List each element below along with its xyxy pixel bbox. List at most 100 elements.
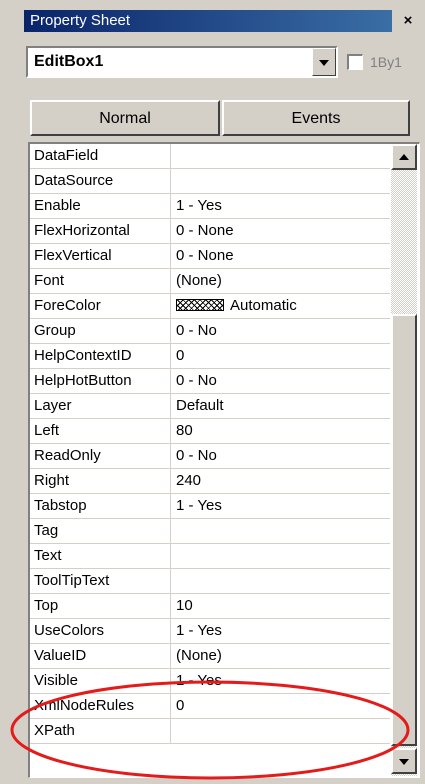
property-row-datafield[interactable]: DataField: [30, 144, 390, 169]
scroll-down-button[interactable]: [391, 748, 417, 774]
property-name: Font: [34, 272, 65, 289]
one-by-one-label: 1By1: [370, 54, 402, 70]
property-row-top[interactable]: Top 10: [30, 594, 390, 619]
property-value[interactable]: 1 - Yes: [176, 669, 222, 693]
column-divider: [170, 144, 171, 169]
property-name: HelpHotButton: [34, 372, 132, 389]
property-name: Tabstop: [34, 497, 87, 514]
property-name: Left: [34, 422, 60, 439]
column-divider: [170, 594, 171, 619]
column-divider: [170, 344, 171, 369]
property-value[interactable]: 0 - None: [176, 219, 234, 243]
property-row-datasource[interactable]: DataSource: [30, 169, 390, 194]
property-value[interactable]: 80: [176, 419, 193, 443]
column-divider: [170, 569, 171, 594]
property-value[interactable]: 0 - No: [176, 319, 217, 343]
column-divider: [170, 644, 171, 669]
property-name: Visible: [34, 672, 78, 689]
tab-events[interactable]: Events: [222, 100, 410, 136]
column-divider: [170, 219, 171, 244]
property-name: ValueID: [34, 647, 87, 664]
column-divider: [170, 544, 171, 569]
property-value[interactable]: Default: [176, 394, 224, 418]
column-divider: [170, 319, 171, 344]
close-icon[interactable]: ×: [398, 10, 418, 32]
scroll-up-button[interactable]: [391, 144, 417, 170]
column-divider: [170, 269, 171, 294]
arrow-down-icon: [399, 759, 409, 765]
column-divider: [170, 194, 171, 219]
property-name: Enable: [34, 197, 81, 214]
property-row-left[interactable]: Left 80: [30, 419, 390, 444]
property-value-text: Automatic: [230, 297, 297, 314]
property-name: DataField: [34, 147, 99, 164]
property-row-xmlnoderules[interactable]: XmlNodeRules 0: [30, 694, 390, 719]
arrow-up-icon: [399, 154, 409, 160]
property-name: XmlNodeRules: [34, 697, 135, 714]
property-value[interactable]: (None): [176, 269, 222, 293]
column-divider: [170, 669, 171, 694]
property-row-helphotbutton[interactable]: HelpHotButton 0 - No: [30, 369, 390, 394]
property-row-valueid[interactable]: ValueID (None): [30, 644, 390, 669]
property-row-enable[interactable]: Enable 1 - Yes: [30, 194, 390, 219]
property-row-font[interactable]: Font (None): [30, 269, 390, 294]
property-row-xpath[interactable]: XPath: [30, 719, 390, 744]
property-value[interactable]: 1 - Yes: [176, 619, 222, 643]
scrollbar-thumb[interactable]: [391, 314, 417, 746]
property-name: Group: [34, 322, 76, 339]
property-row-right[interactable]: Right 240: [30, 469, 390, 494]
property-name: ToolTipText: [34, 572, 110, 589]
property-name: ReadOnly: [34, 447, 101, 464]
object-selector-value: EditBox1: [34, 53, 104, 70]
property-row-tag[interactable]: Tag: [30, 519, 390, 544]
property-name: HelpContextID: [34, 347, 132, 364]
column-divider: [170, 394, 171, 419]
object-selector-dropdown[interactable]: EditBox1: [26, 46, 338, 78]
property-row-flexvertical[interactable]: FlexVertical 0 - None: [30, 244, 390, 269]
column-divider: [170, 469, 171, 494]
column-divider: [170, 494, 171, 519]
property-value[interactable]: 0 - None: [176, 244, 234, 268]
tab-normal[interactable]: Normal: [30, 100, 220, 136]
property-name: ForeColor: [34, 297, 101, 314]
column-divider: [170, 419, 171, 444]
property-value[interactable]: 0 - No: [176, 444, 217, 468]
property-row-flexhorizontal[interactable]: FlexHorizontal 0 - None: [30, 219, 390, 244]
property-name: FlexVertical: [34, 247, 112, 264]
property-row-tooltiptext[interactable]: ToolTipText: [30, 569, 390, 594]
property-value[interactable]: 0: [176, 694, 184, 718]
property-value[interactable]: 0 - No: [176, 369, 217, 393]
property-name: Layer: [34, 397, 72, 414]
property-name: UseColors: [34, 622, 105, 639]
column-divider: [170, 719, 171, 744]
property-row-readonly[interactable]: ReadOnly 0 - No: [30, 444, 390, 469]
property-row-forecolor[interactable]: ForeColor Automatic: [30, 294, 390, 319]
property-name: Top: [34, 597, 59, 614]
property-value[interactable]: 1 - Yes: [176, 194, 222, 218]
property-row-visible[interactable]: Visible 1 - Yes: [30, 669, 390, 694]
property-value[interactable]: 240: [176, 469, 201, 493]
property-value[interactable]: 10: [176, 594, 193, 618]
property-name: Text: [34, 547, 62, 564]
property-row-group[interactable]: Group 0 - No: [30, 319, 390, 344]
column-divider: [170, 619, 171, 644]
vertical-scrollbar[interactable]: [391, 144, 417, 776]
property-value[interactable]: Automatic: [176, 294, 297, 318]
property-value[interactable]: 1 - Yes: [176, 494, 222, 518]
property-row-usecolors[interactable]: UseColors 1 - Yes: [30, 619, 390, 644]
one-by-one-checkbox[interactable]: [347, 54, 363, 70]
property-row-tabstop[interactable]: Tabstop 1 - Yes: [30, 494, 390, 519]
property-row-text[interactable]: Text: [30, 544, 390, 569]
property-name: DataSource: [34, 172, 114, 189]
column-divider: [170, 444, 171, 469]
property-row-helpcontextid[interactable]: HelpContextID 0: [30, 344, 390, 369]
property-name: XPath: [34, 722, 75, 739]
property-value[interactable]: 0: [176, 344, 184, 368]
color-swatch-icon: [176, 299, 224, 311]
column-divider: [170, 519, 171, 544]
property-row-layer[interactable]: Layer Default: [30, 394, 390, 419]
property-name: Right: [34, 472, 70, 489]
window-title: Property Sheet: [24, 10, 392, 32]
dropdown-arrow-button[interactable]: [312, 48, 336, 76]
property-value[interactable]: (None): [176, 644, 222, 668]
